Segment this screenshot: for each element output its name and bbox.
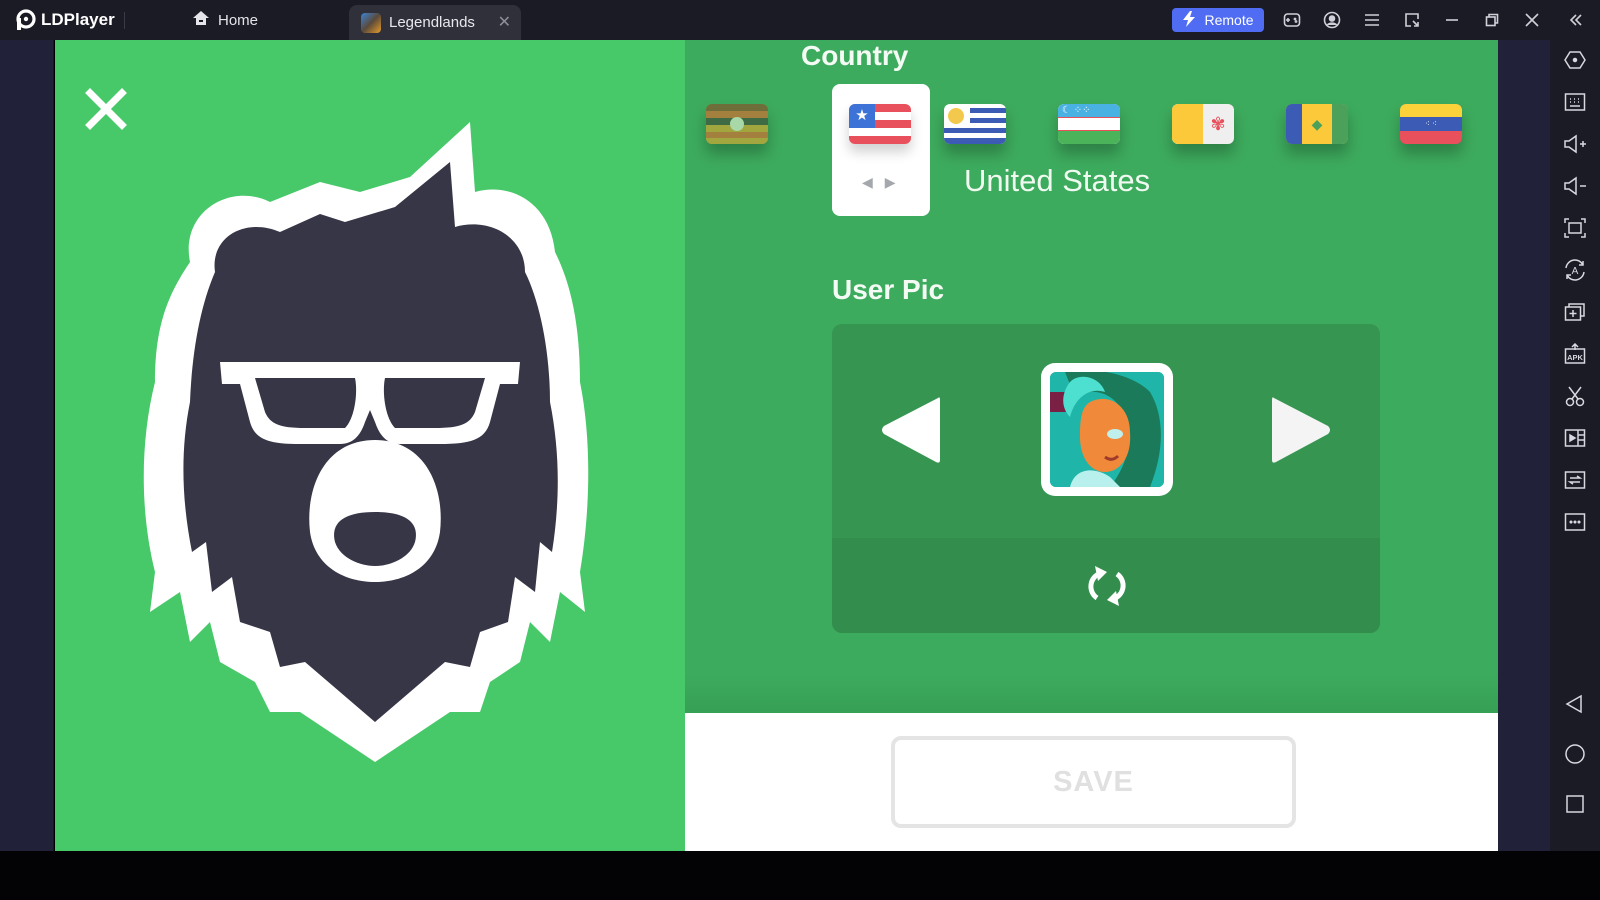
apk-install-icon[interactable]: APK <box>1563 342 1587 366</box>
collapse-sidebar-icon[interactable] <box>1566 10 1586 30</box>
left-gutter <box>0 40 54 851</box>
save-panel: SAVE <box>685 713 1498 851</box>
flag-next-icon: ▶ <box>884 174 896 190</box>
fullscreen-icon[interactable] <box>1563 216 1587 240</box>
more-icon[interactable] <box>1563 510 1587 534</box>
right-gutter <box>1498 40 1550 851</box>
triangle-left-icon <box>882 397 940 463</box>
title-separator <box>124 12 125 29</box>
flag-venezuela[interactable]: ⁖ ⁖ <box>1400 104 1462 144</box>
randomize-pic-button[interactable] <box>1081 560 1133 612</box>
back-icon[interactable] <box>1563 692 1587 716</box>
save-button[interactable]: SAVE <box>891 736 1296 828</box>
profile-settings-panel: Country ★ ◀ ▶ ☾ ⁘⁘ ✾ ◆ ⁖ ⁖ United States… <box>685 40 1498 713</box>
flag-united-states: ★ <box>849 104 911 144</box>
app-logo: LDPlayer <box>14 8 115 32</box>
settings-icon[interactable] <box>1563 48 1587 72</box>
prev-pic-button[interactable] <box>878 392 944 468</box>
tab-home[interactable]: Home <box>192 8 258 32</box>
game-screen: Country ★ ◀ ▶ ☾ ⁘⁘ ✾ ◆ ⁖ ⁖ United States… <box>55 40 1498 851</box>
flag-uzbekistan[interactable]: ☾ ⁘⁘ <box>1058 104 1120 144</box>
remote-button[interactable]: Remote <box>1172 8 1264 32</box>
game-icon <box>361 12 381 33</box>
svg-text:APK: APK <box>1567 353 1583 362</box>
volume-down-icon[interactable] <box>1563 174 1587 198</box>
country-title: Country <box>801 40 909 71</box>
menu-icon[interactable] <box>1362 10 1382 30</box>
user-avatar[interactable] <box>1041 363 1173 496</box>
sync-icon[interactable] <box>1563 468 1587 492</box>
ldplayer-logo-icon <box>14 9 36 31</box>
home-circle-icon[interactable] <box>1563 742 1587 766</box>
volume-up-icon[interactable] <box>1563 132 1587 156</box>
selected-flag-card[interactable]: ★ ◀ ▶ <box>832 84 930 216</box>
selected-country-name: United States <box>964 163 1151 198</box>
flag-saint-vincent[interactable]: ◆ <box>1286 104 1348 144</box>
triangle-right-icon <box>1272 397 1330 463</box>
home-icon <box>192 10 210 30</box>
tab-legendlands-label: Legendlands <box>389 14 475 31</box>
account-icon[interactable] <box>1322 10 1342 30</box>
record-video-icon[interactable] <box>1563 426 1587 450</box>
flag-vatican[interactable]: ✾ <box>1172 104 1234 144</box>
bottom-bar <box>0 851 1600 900</box>
keyboard-icon[interactable] <box>1563 90 1587 114</box>
app-name: LDPlayer <box>41 10 115 29</box>
svg-text:A: A <box>1572 266 1579 277</box>
emulator-sidebar: A APK <box>1550 40 1600 851</box>
next-pic-button[interactable] <box>1268 392 1334 468</box>
gamepad-icon[interactable] <box>1282 10 1302 30</box>
close-icon[interactable] <box>1522 10 1542 30</box>
flag-uruguay[interactable] <box>944 104 1006 144</box>
profile-banner-panel <box>55 40 685 851</box>
title-bar: LDPlayer Home Legendlands ✕ Remote <box>0 0 1600 40</box>
lightning-icon <box>1182 10 1196 30</box>
tab-legendlands[interactable]: Legendlands ✕ <box>349 5 521 40</box>
multi-instance-icon[interactable] <box>1563 300 1587 324</box>
remote-label: Remote <box>1204 12 1254 28</box>
tab-home-label: Home <box>218 11 259 29</box>
close-x-icon <box>85 88 127 130</box>
recent-apps-icon[interactable] <box>1563 792 1587 816</box>
flag-scroll-arrows: ◀ ▶ <box>862 174 896 191</box>
sync-operation-icon[interactable]: A <box>1563 258 1587 282</box>
tab-close-icon[interactable]: ✕ <box>498 12 511 32</box>
avatar-image <box>1050 372 1164 487</box>
minimize-icon[interactable] <box>1442 10 1462 30</box>
bear-mascot-logo <box>143 122 589 762</box>
scissors-icon[interactable] <box>1563 384 1587 408</box>
restore-icon[interactable] <box>1482 10 1502 30</box>
user-pic-title: User Pic <box>832 274 945 305</box>
resize-icon[interactable] <box>1402 10 1422 30</box>
refresh-icon <box>1088 566 1126 606</box>
user-pic-selector <box>832 324 1380 633</box>
flag-prev-icon: ◀ <box>862 174 873 190</box>
flag-uganda-like[interactable] <box>706 104 768 144</box>
close-profile-button[interactable] <box>85 88 127 130</box>
